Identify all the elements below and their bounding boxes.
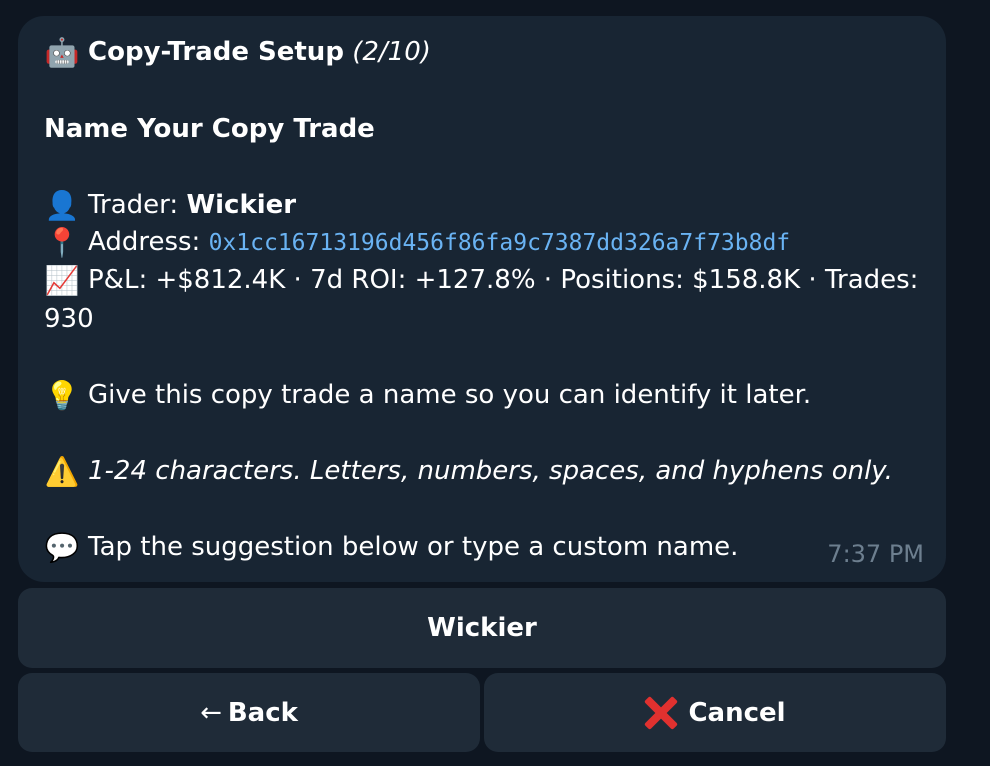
pushpin-icon: 📍 [44, 226, 80, 259]
robot-icon: 🤖 [44, 36, 80, 69]
trader-line: 👤 Trader: Wickier [44, 187, 297, 224]
user-silhouette-icon: 👤 [44, 189, 80, 222]
cancel-label: Cancel [688, 697, 786, 728]
message-heading: Name Your Copy Trade [44, 114, 375, 144]
address-value[interactable]: 0x1cc16713196d456f86fa9c7387dd326a7f73b8… [209, 230, 791, 256]
message-time: 7:37 PM [827, 540, 924, 568]
speech-bubble-icon: 💬 [44, 531, 80, 564]
hint-text: Tap the suggestion below or type a custo… [88, 532, 739, 562]
hint-line: 💬 Tap the suggestion below or type a cust… [44, 529, 739, 566]
address-label: Address: [88, 227, 201, 257]
stats-line-continued: 930 [44, 304, 94, 334]
back-label: Back [227, 697, 298, 728]
chart-increasing-icon: 📈 [44, 264, 80, 297]
warning-text: 1-24 characters. Letters, numbers, space… [88, 456, 893, 486]
address-line: 📍 Address: 0x1cc16713196d456f86fa9c7387dd… [44, 224, 791, 262]
left-arrow-icon: ← [200, 697, 222, 728]
suggestion-label: Wickier [427, 613, 537, 643]
warning-line: ⚠️ 1-24 characters. Letters, numbers, spa… [44, 453, 893, 490]
message-title: 🤖 Copy-Trade Setup (2/10) [44, 34, 431, 71]
stats-line: 📈 P&L: +$812.4K · 7d ROI: +127.8% · Posit… [44, 262, 919, 299]
back-button[interactable]: ← Back [18, 673, 480, 752]
cancel-button[interactable]: Cancel [484, 673, 946, 752]
trader-name: Wickier [186, 190, 297, 220]
tip-text: Give this copy trade a name so you can i… [88, 380, 812, 410]
warning-icon: ⚠️ [44, 455, 80, 488]
suggestion-button-wickier[interactable]: Wickier [18, 588, 946, 668]
title-step: (2/10) [352, 37, 431, 67]
message-bubble: 🤖 Copy-Trade Setup (2/10) Name Your Copy … [18, 16, 946, 582]
cross-mark-icon [644, 696, 678, 730]
title-text: Copy-Trade Setup [88, 37, 344, 67]
stats-text: P&L: +$812.4K · 7d ROI: +127.8% · Positi… [88, 265, 919, 295]
trader-label: Trader: [88, 190, 179, 220]
tip-line: 💡 Give this copy trade a name so you can … [44, 377, 812, 414]
light-bulb-icon: 💡 [44, 379, 80, 412]
